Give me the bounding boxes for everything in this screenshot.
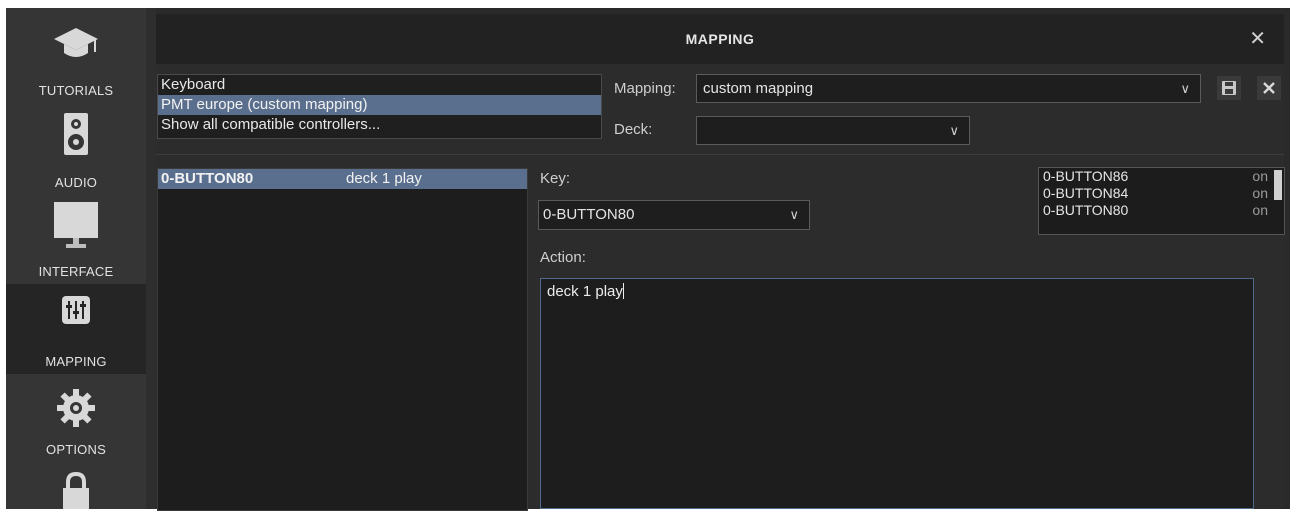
key-list: 0-BUTTON86 on 0-BUTTON84 on 0-BUTTON80 o… — [1038, 167, 1285, 235]
sliders-icon — [62, 296, 90, 329]
sidebar-item-label: INTERFACE — [38, 264, 114, 279]
sidebar-item-tutorials[interactable]: TUTORIALS — [6, 8, 146, 104]
sidebar-item-label: MAPPING — [45, 354, 107, 369]
controller-item-show-all[interactable]: Show all compatible controllers... — [158, 115, 601, 135]
text-caret — [622, 283, 624, 299]
sidebar-item-label: TUTORIALS — [38, 83, 114, 98]
key-list-item[interactable]: 0-BUTTON80 on — [1039, 202, 1284, 219]
mapping-label: Mapping: — [614, 80, 676, 97]
sidebar-item-security[interactable] — [6, 464, 146, 509]
gear-icon — [56, 388, 96, 433]
window-title: MAPPING — [685, 31, 755, 47]
controller-list: Keyboard PMT europe (custom mapping) Sho… — [157, 74, 602, 139]
mapping-list: 0-BUTTON80 deck 1 play — [157, 168, 528, 511]
controller-item-keyboard[interactable]: Keyboard — [158, 75, 601, 95]
key-list-item-state: on — [1252, 185, 1268, 201]
window-titlebar: MAPPING ✕ — [156, 14, 1284, 64]
key-list-item-name: 0-BUTTON84 — [1043, 185, 1129, 201]
monitor-icon — [54, 202, 98, 255]
key-list-item[interactable]: 0-BUTTON86 on — [1039, 168, 1284, 185]
chevron-down-icon: ∨ — [1180, 81, 1190, 96]
sidebar-item-interface[interactable]: INTERFACE — [6, 194, 146, 284]
chevron-down-icon: ∨ — [949, 123, 959, 138]
save-mapping-button[interactable] — [1217, 76, 1241, 100]
close-icon[interactable]: ✕ — [1249, 26, 1266, 51]
key-list-item[interactable]: 0-BUTTON84 on — [1039, 185, 1284, 202]
mapping-panel: MAPPING ✕ Keyboard PMT europe (custom ma… — [156, 14, 1285, 511]
mapping-row-key: 0-BUTTON80 — [161, 170, 254, 187]
deck-select[interactable]: ∨ — [696, 116, 970, 145]
deck-label: Deck: — [614, 121, 653, 138]
sidebar-item-mapping[interactable]: MAPPING — [6, 284, 146, 374]
sidebar-item-audio[interactable]: AUDIO — [6, 104, 146, 194]
lock-icon — [61, 471, 91, 514]
key-list-item-name: 0-BUTTON80 — [1043, 202, 1129, 218]
action-editor[interactable]: deck 1 play — [540, 278, 1254, 509]
delete-mapping-button[interactable] — [1257, 76, 1281, 100]
controller-item-pmt-europe[interactable]: PMT europe (custom mapping) — [158, 95, 601, 115]
close-icon — [1263, 82, 1275, 94]
speaker-icon — [63, 112, 89, 161]
key-list-item-state: on — [1252, 168, 1268, 184]
floppy-disk-icon — [1222, 81, 1236, 95]
action-editor-text: deck 1 play — [547, 283, 623, 300]
key-label: Key: — [540, 170, 571, 187]
section-divider — [156, 154, 1284, 155]
key-list-item-name: 0-BUTTON86 — [1043, 168, 1129, 184]
chevron-down-icon: ∨ — [789, 207, 799, 222]
mapping-select[interactable]: custom mapping ∨ — [696, 74, 1201, 103]
graduation-cap-icon — [53, 26, 99, 69]
sidebar-separator — [146, 8, 156, 509]
sidebar-item-label: OPTIONS — [46, 442, 106, 457]
key-select[interactable]: 0-BUTTON80 ∨ — [538, 200, 810, 230]
sidebar-item-label: AUDIO — [54, 175, 98, 190]
action-label: Action: — [540, 249, 586, 266]
key-select-value: 0-BUTTON80 — [543, 206, 635, 223]
mapping-row[interactable]: 0-BUTTON80 deck 1 play — [158, 169, 527, 189]
settings-sidebar: TUTORIALS AUDIO INTERFACE MAPPING OPTION… — [6, 8, 146, 509]
mapping-row-action: deck 1 play — [346, 170, 422, 187]
sidebar-item-options[interactable]: OPTIONS — [6, 374, 146, 464]
key-list-item-state: on — [1252, 202, 1268, 218]
key-list-scrollbar[interactable] — [1274, 170, 1282, 200]
mapping-select-value: custom mapping — [703, 80, 814, 97]
